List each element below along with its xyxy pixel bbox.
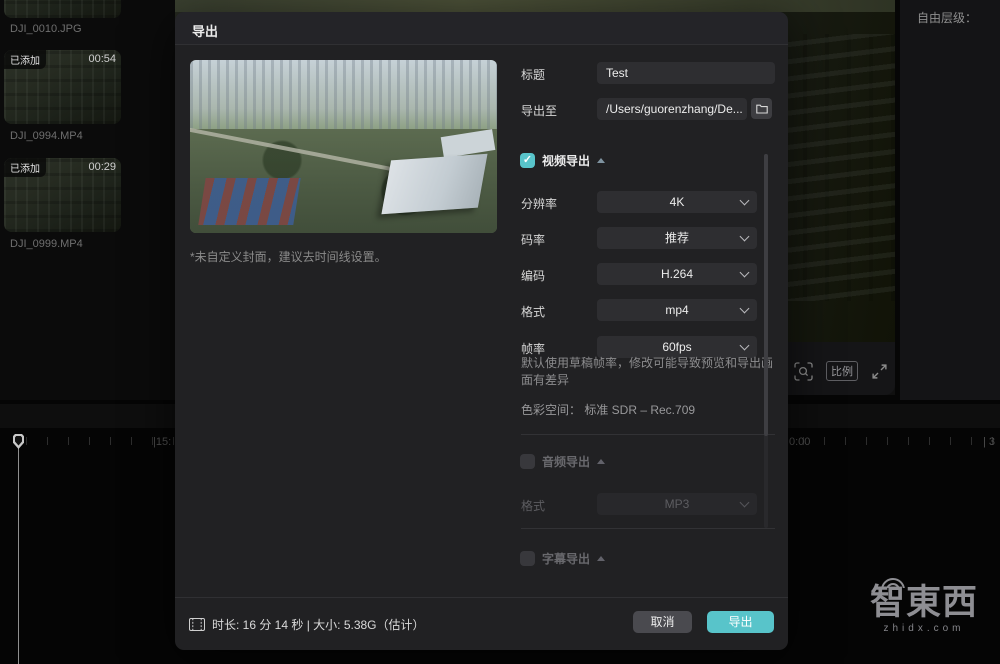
thumbnail-image (4, 0, 121, 18)
dialog-scrollbar-thumb[interactable] (764, 154, 768, 436)
bitrate-value: 推荐 (665, 231, 689, 245)
media-filename: DJI_0999.MP4 (10, 238, 83, 250)
audio-section-title: 音频导出 (542, 453, 590, 470)
ruler-timestamp: 0:00 (789, 436, 810, 448)
media-filename: DJI_0994.MP4 (10, 130, 83, 142)
ruler-timestamp: |15: (153, 436, 171, 448)
added-badge: 已添加 (4, 158, 46, 177)
bitrate-label: 码率 (521, 231, 545, 248)
media-thumbnail-dji-0999[interactable]: 已添加 00:29 (4, 158, 121, 232)
media-thumbnail-dji-0994[interactable]: 已添加 00:54 (4, 50, 121, 124)
format-value: mp4 (665, 303, 688, 317)
free-level-label: 自由层级： (917, 9, 977, 26)
video-section-header[interactable]: 视频导出 (520, 152, 605, 169)
chevron-down-icon (740, 341, 750, 351)
fullscreen-icon[interactable] (871, 363, 888, 380)
video-export-checkbox[interactable] (520, 153, 535, 168)
wifi-icon (880, 576, 906, 588)
codec-dropdown[interactable]: H.264 (597, 263, 757, 285)
audio-format-label: 格式 (521, 497, 545, 514)
aspect-ratio-button[interactable]: 比例 (826, 361, 858, 381)
dialog-title: 导出 (192, 21, 218, 40)
media-filename: DJI_0010.JPG (10, 23, 82, 35)
cover-preview-image (190, 60, 497, 233)
watermark-cn-text: 智東西 (870, 585, 978, 620)
bitrate-dropdown[interactable]: 推荐 (597, 227, 757, 249)
film-icon (189, 618, 205, 631)
codec-value: H.264 (661, 267, 693, 281)
audio-format-value: MP3 (665, 497, 690, 511)
video-section-title: 视频导出 (542, 152, 590, 169)
cover-sky (190, 60, 497, 129)
dialog-footer: 时长: 16 分 14 秒 | 大小: 5.38G（估计） 取消 导出 (175, 597, 788, 650)
subtitle-section-header[interactable]: 字幕导出 (520, 550, 605, 567)
title-input[interactable]: Test (597, 62, 775, 84)
resolution-dropdown[interactable]: 4K (597, 191, 757, 213)
audio-format-dropdown[interactable]: MP3 (597, 493, 757, 515)
collapse-arrow-icon[interactable] (597, 556, 605, 561)
framerate-note: 默认使用草稿帧率，修改可能导致预览和导出画面有差异 (521, 355, 779, 389)
subtitle-export-checkbox[interactable] (520, 551, 535, 566)
resolution-value: 4K (670, 195, 685, 209)
title-field-label: 标题 (521, 66, 545, 83)
video-editor-app: DJI_0010.JPG 已添加 00:54 DJI_0994.MP4 已添加 … (0, 0, 1000, 664)
cover-note: *未自定义封面，建议去时间线设置。 (190, 248, 387, 265)
added-badge: 已添加 (4, 50, 46, 69)
playhead-line (18, 438, 19, 664)
framerate-value: 60fps (662, 340, 691, 354)
color-space-info: 色彩空间： 标准 SDR – Rec.709 (521, 401, 695, 418)
resolution-label: 分辨率 (521, 195, 557, 212)
chevron-down-icon (740, 196, 750, 206)
cover-courts (199, 178, 302, 225)
format-dropdown[interactable]: mp4 (597, 299, 757, 321)
export-dialog: 导出 *未自定义封面，建议去时间线设置。 标题 Test 导出至 /Users/… (175, 12, 788, 650)
dialog-header: 导出 (175, 12, 788, 45)
watermark-en-text: zhidx.com (851, 623, 997, 634)
collapse-arrow-icon[interactable] (597, 459, 605, 464)
preview-frame-top (175, 0, 895, 12)
media-library-panel: DJI_0010.JPG 已添加 00:54 DJI_0994.MP4 已添加 … (0, 0, 175, 400)
chevron-down-icon (740, 498, 750, 508)
chevron-down-icon (740, 304, 750, 314)
layer-panel: 自由层级： (895, 0, 1000, 400)
codec-label: 编码 (521, 267, 545, 284)
duration-label: 00:54 (88, 53, 116, 65)
collapse-arrow-icon[interactable] (597, 158, 605, 163)
audio-section-header[interactable]: 音频导出 (520, 453, 605, 470)
playhead-handle[interactable] (13, 434, 24, 449)
media-thumbnail-dji-0010[interactable] (4, 0, 121, 18)
duration-label: 00:29 (88, 161, 116, 173)
section-divider (521, 528, 775, 529)
site-watermark: 智東西 zhidx.com (851, 585, 997, 634)
chevron-down-icon (740, 268, 750, 278)
section-divider (521, 434, 775, 435)
subtitle-section-title: 字幕导出 (542, 550, 590, 567)
format-label: 格式 (521, 303, 545, 320)
export-summary: 时长: 16 分 14 秒 | 大小: 5.38G（估计） (212, 616, 425, 633)
ruler-timestamp: | 3 (983, 436, 995, 448)
audio-export-checkbox[interactable] (520, 454, 535, 469)
chevron-down-icon (740, 232, 750, 242)
browse-folder-button[interactable] (751, 98, 772, 119)
export-button[interactable]: 导出 (707, 611, 774, 633)
export-path-label: 导出至 (521, 102, 557, 119)
cancel-button[interactable]: 取消 (633, 611, 692, 633)
zoom-fit-icon[interactable] (794, 362, 813, 381)
cover-building (381, 154, 487, 214)
folder-icon (756, 104, 768, 114)
export-path-input[interactable]: /Users/guorenzhang/De... (597, 98, 747, 120)
